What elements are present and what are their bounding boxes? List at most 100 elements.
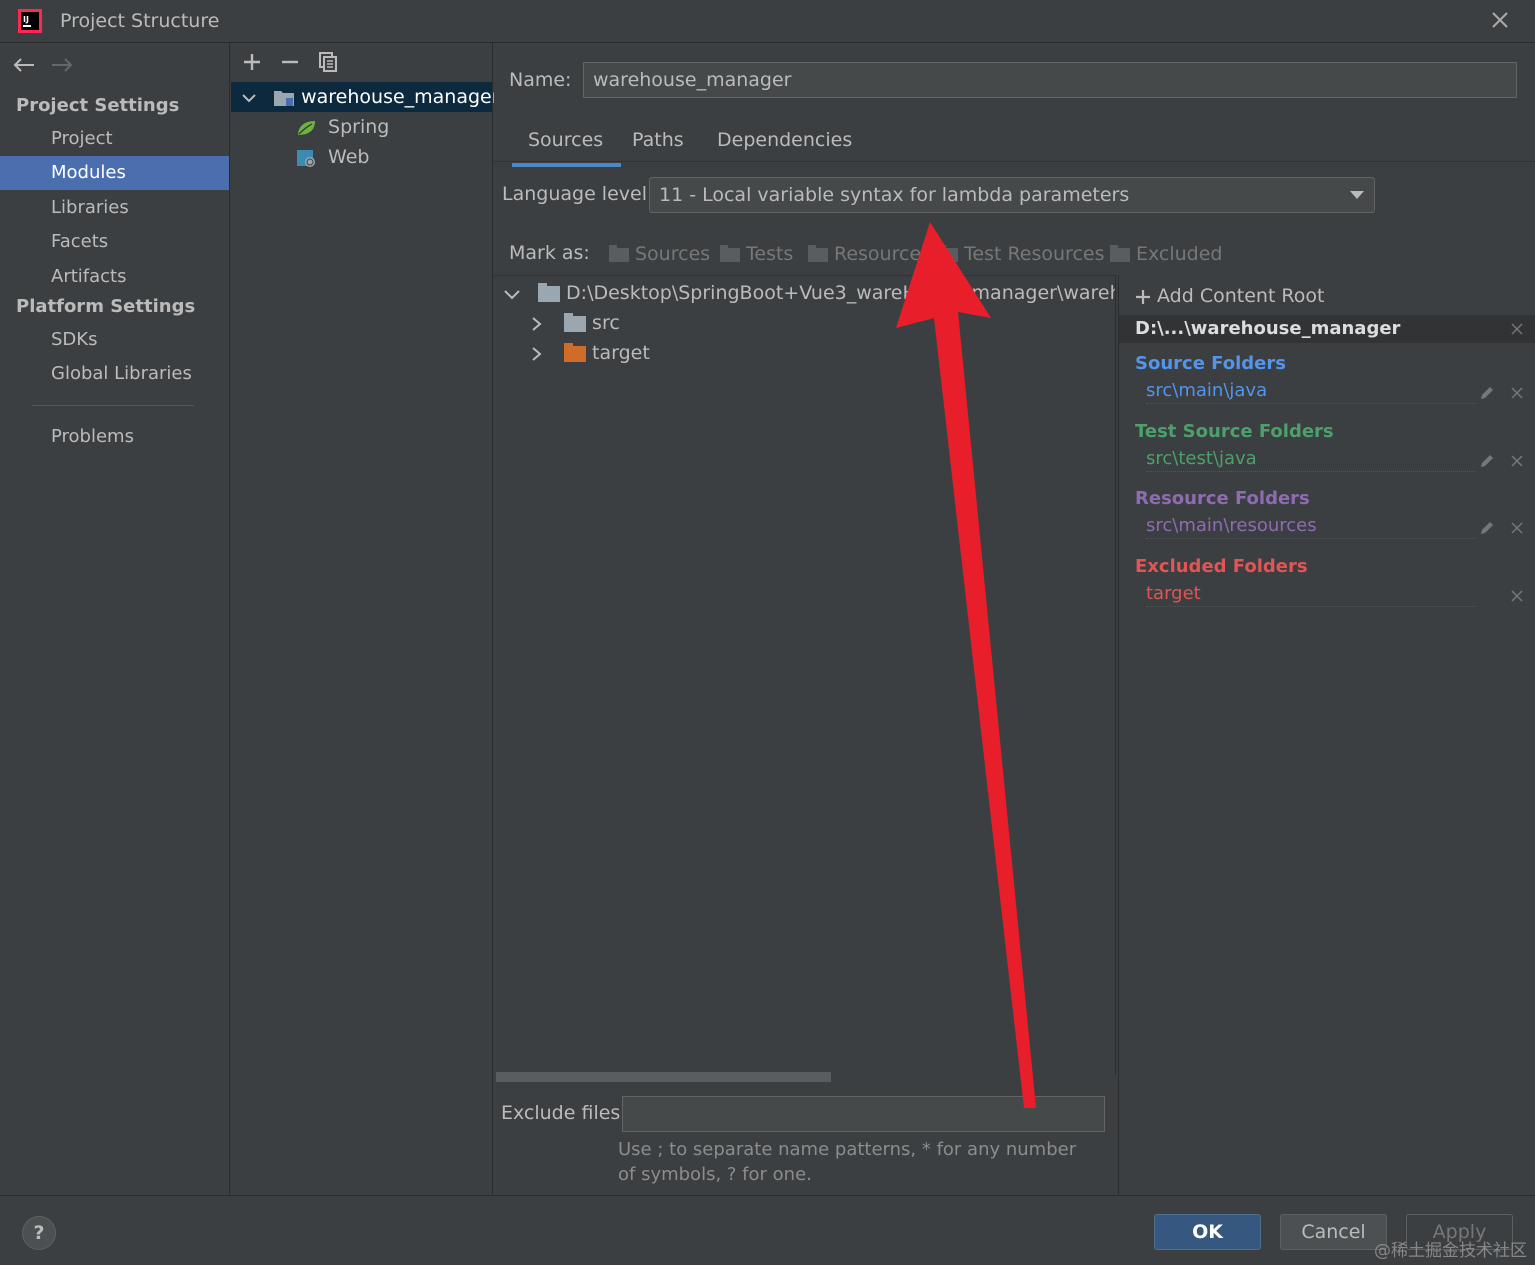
content-root-label: D:\...\warehouse_manager xyxy=(1135,318,1401,339)
sidebar-item-sdks[interactable]: SDKs xyxy=(0,323,229,357)
tree-item-content-root[interactable]: D:\Desktop\SpringBoot+Vue3_wareHouse_man… xyxy=(502,278,1115,308)
edit-icon[interactable] xyxy=(1479,520,1495,536)
folder-icon xyxy=(938,244,958,262)
folder-icon xyxy=(564,312,587,332)
chevron-down-icon[interactable] xyxy=(241,92,257,104)
mark-resources-label: Resources xyxy=(834,243,932,265)
mark-as-label: Mark as: xyxy=(509,242,590,264)
mark-tests-label: Tests xyxy=(746,243,794,265)
sidebar-item-problems[interactable]: Problems xyxy=(0,420,229,454)
svg-text:IJ: IJ xyxy=(23,15,29,24)
module-icon xyxy=(274,90,295,106)
add-icon xyxy=(1136,289,1150,304)
content-roots-panel: Add Content Root D:\...\warehouse_manage… xyxy=(1118,275,1535,1195)
tab-divider xyxy=(494,161,1535,162)
add-content-root-label: Add Content Root xyxy=(1157,285,1325,307)
forward-arrow-icon[interactable] xyxy=(50,57,74,73)
sidebar-item-libraries[interactable]: Libraries xyxy=(0,191,229,225)
sidebar-divider xyxy=(32,405,194,406)
sidebar-item-modules[interactable]: Modules xyxy=(0,156,229,190)
exclude-files-input[interactable] xyxy=(622,1096,1105,1132)
watermark: @稀土掘金技术社区 xyxy=(1374,1241,1527,1261)
window-title: Project Structure xyxy=(60,10,220,32)
copy-icon[interactable] xyxy=(317,51,339,73)
close-icon[interactable] xyxy=(1491,11,1509,29)
folder-icon xyxy=(720,244,740,262)
language-level-label: Language level: xyxy=(502,183,654,205)
test-source-folders-title: Test Source Folders xyxy=(1135,421,1334,442)
tab-sources[interactable]: Sources xyxy=(511,129,622,167)
name-label: Name: xyxy=(509,69,572,91)
back-arrow-icon[interactable] xyxy=(12,57,36,73)
horizontal-scrollbar[interactable] xyxy=(496,1072,831,1082)
excluded-folder-icon xyxy=(564,342,587,362)
tree-item-target[interactable]: target xyxy=(530,338,650,368)
mark-excluded-button[interactable]: Excluded xyxy=(1110,243,1223,265)
content-root-tree[interactable]: D:\Desktop\SpringBoot+Vue3_wareHouse_man… xyxy=(494,275,1116,1075)
module-tree-pane: warehouse_manager Spring Web xyxy=(231,43,500,1195)
language-level-select[interactable]: 11 - Local variable syntax for lambda pa… xyxy=(649,177,1375,213)
source-folder-path: src\main\java xyxy=(1146,380,1476,404)
resource-folders-title: Resource Folders xyxy=(1135,488,1310,509)
ok-button[interactable]: OK xyxy=(1154,1214,1261,1250)
project-settings-heading: Project Settings xyxy=(16,95,180,116)
tree-item-spring[interactable]: Spring xyxy=(295,112,389,142)
excluded-folders-title: Excluded Folders xyxy=(1135,556,1308,577)
module-settings-pane: Name: warehouse_manager Sources Paths De… xyxy=(494,43,1535,1195)
chevron-right-icon[interactable] xyxy=(530,346,542,362)
remove-icon[interactable] xyxy=(279,51,301,73)
settings-sidebar: Project Settings Project Modules Librari… xyxy=(0,43,230,1195)
content-root-header[interactable]: D:\...\warehouse_manager xyxy=(1119,315,1535,343)
tree-item-warehouse-manager[interactable]: warehouse_manager xyxy=(231,82,500,112)
close-icon[interactable] xyxy=(1511,522,1523,534)
sidebar-item-global-libraries[interactable]: Global Libraries xyxy=(0,357,229,391)
language-level-value: 11 - Local variable syntax for lambda pa… xyxy=(659,184,1130,206)
folder-icon xyxy=(609,244,629,262)
mark-sources-label: Sources xyxy=(635,243,711,265)
add-content-root-button[interactable]: Add Content Root xyxy=(1135,285,1324,307)
exclude-files-hint: Use ; to separate name patterns, * for a… xyxy=(618,1139,1077,1185)
resource-folder-path: src\main\resources xyxy=(1146,515,1476,539)
excluded-folder-path: target xyxy=(1146,583,1476,607)
edit-icon[interactable] xyxy=(1479,453,1495,469)
exclude-files-label: Exclude files: xyxy=(501,1102,627,1124)
folder-label: src xyxy=(592,312,620,334)
tab-paths[interactable]: Paths xyxy=(632,129,684,163)
content-root-path: D:\Desktop\SpringBoot+Vue3_wareHouse_man… xyxy=(566,282,1115,304)
folder-icon xyxy=(808,244,828,262)
sidebar-item-artifacts[interactable]: Artifacts xyxy=(0,260,229,294)
mark-excluded-label: Excluded xyxy=(1136,243,1223,265)
spring-icon xyxy=(298,120,315,135)
sidebar-item-project[interactable]: Project xyxy=(0,122,229,156)
facet-label: Spring xyxy=(328,116,390,138)
test-source-folder-path: src\test\java xyxy=(1146,448,1476,472)
sidebar-item-facets[interactable]: Facets xyxy=(0,225,229,259)
module-name-field[interactable]: warehouse_manager xyxy=(583,62,1517,98)
tab-dependencies[interactable]: Dependencies xyxy=(717,129,852,163)
facet-label: Web xyxy=(328,146,370,168)
platform-settings-heading: Platform Settings xyxy=(16,296,196,317)
edit-icon[interactable] xyxy=(1479,385,1495,401)
help-icon[interactable]: ? xyxy=(22,1216,56,1250)
chevron-right-icon[interactable] xyxy=(530,316,542,332)
mark-sources-button[interactable]: Sources xyxy=(609,243,710,265)
close-icon[interactable] xyxy=(1511,455,1523,467)
chevron-down-icon[interactable] xyxy=(502,288,522,300)
mark-resources-button[interactable]: Resources xyxy=(808,243,931,265)
folder-icon xyxy=(538,282,561,302)
close-icon[interactable] xyxy=(1511,387,1523,399)
folder-icon xyxy=(1110,244,1130,262)
mark-test-resources-label: Test Resources xyxy=(964,243,1105,265)
close-icon[interactable] xyxy=(1511,590,1523,602)
close-icon[interactable] xyxy=(1511,323,1523,335)
mark-tests-button[interactable]: Tests xyxy=(720,243,793,265)
module-name: warehouse_manager xyxy=(301,86,500,108)
title-bar: IJ Project Structure xyxy=(0,0,1535,43)
mark-test-resources-button[interactable]: Test Resources xyxy=(938,243,1105,265)
tree-item-web[interactable]: Web xyxy=(295,142,369,172)
add-icon[interactable] xyxy=(241,51,263,73)
dialog-button-bar: ? OK Cancel Apply @稀土掘金技术社区 xyxy=(0,1195,1535,1265)
tree-item-src[interactable]: src xyxy=(530,308,620,338)
web-icon xyxy=(297,149,315,167)
cancel-button[interactable]: Cancel xyxy=(1280,1214,1387,1250)
